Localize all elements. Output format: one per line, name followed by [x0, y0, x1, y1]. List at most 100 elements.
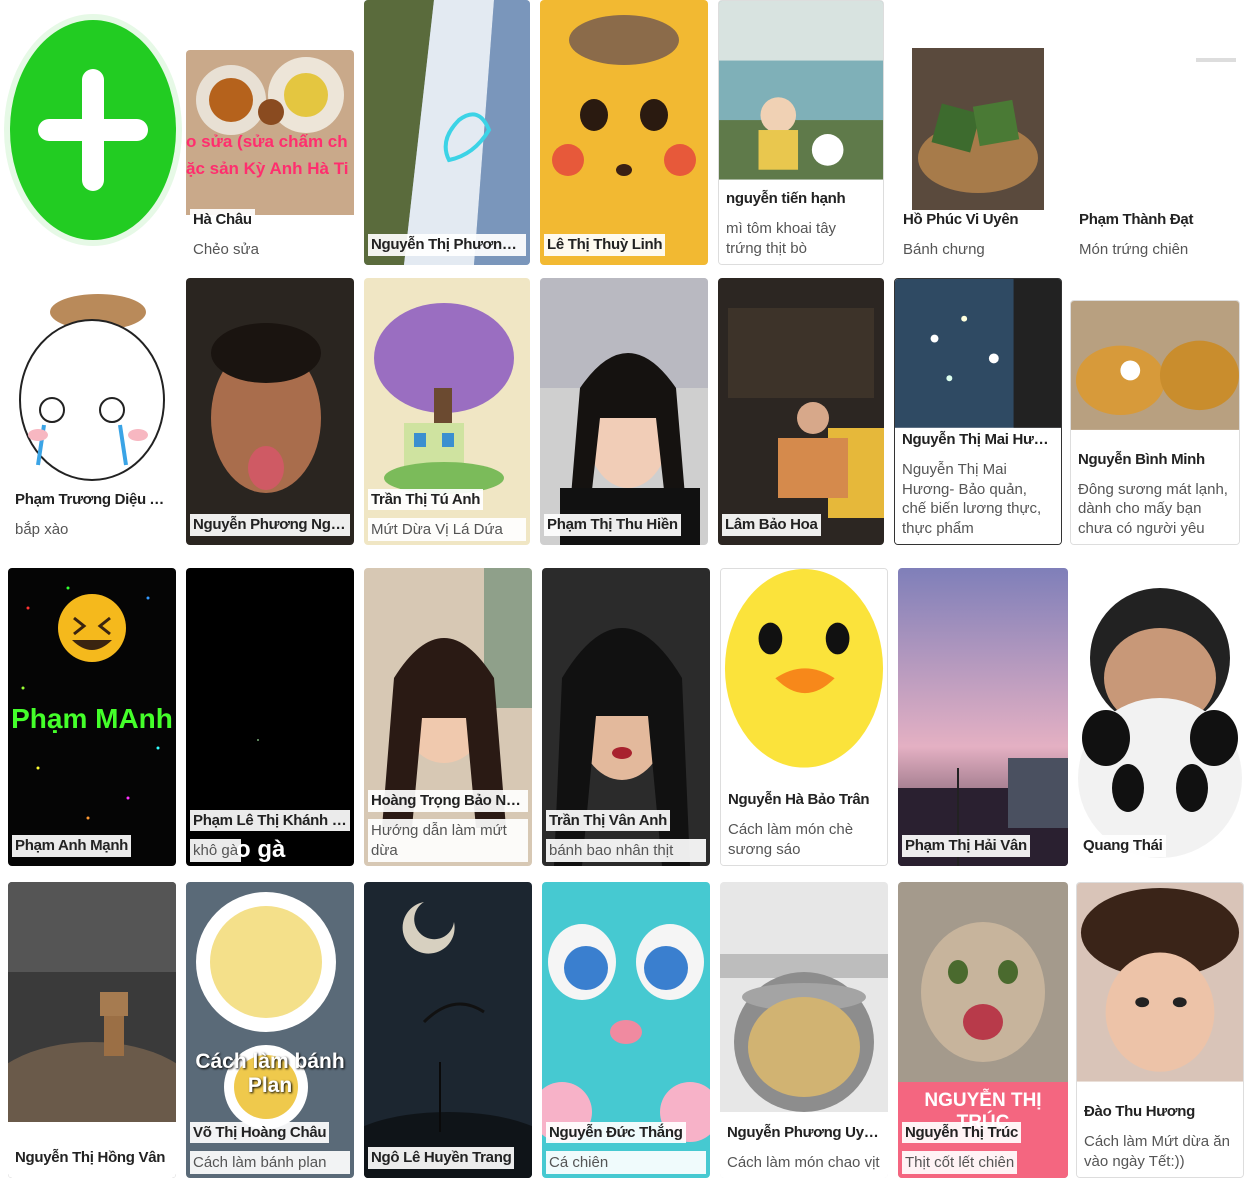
- post-description: Món trứng chiên: [1079, 240, 1189, 258]
- card-caption: Lê Thị Thuỳ Linh: [544, 234, 704, 261]
- post-card[interactable]: Lâm Bảo Hoa: [718, 278, 884, 545]
- post-card[interactable]: Trần Thị Tú Anh Mứt Dừa Vị Lá Dứa: [364, 278, 530, 545]
- post-description: Bánh chưng: [903, 240, 985, 258]
- post-card[interactable]: Phạm Thành Đạt Món trứng chiên: [1072, 48, 1240, 265]
- add-post-button[interactable]: [4, 14, 182, 246]
- card-caption: Phạm Thành Đạt Món trứng chiên: [1076, 209, 1236, 262]
- card-caption: Phạm Anh Mạnh: [12, 835, 172, 862]
- author-name: Trần Thị Tú Anh: [368, 488, 484, 510]
- card-caption: Nguyễn Thị Trúc Thịt cốt lết chiên: [902, 1121, 1064, 1174]
- author-name: Lê Thị Thuỳ Linh: [544, 234, 666, 256]
- author-name: Ngô Lê Huyền Trang: [368, 1147, 515, 1169]
- card-caption: Trần Thị Tú Anh Mứt Dừa Vị Lá Dứa: [368, 488, 526, 541]
- author-name: Nguyễn Phương Ngọc: [190, 514, 350, 536]
- thumbnail-overlay-text: Phạm MAnh: [11, 703, 173, 734]
- card-caption: Nguyễn Phương Ngọc: [190, 514, 350, 541]
- card-caption: Phạm Thị Thu Hiền: [544, 514, 704, 541]
- card-caption: Lâm Bảo Hoa: [722, 514, 880, 541]
- author-name: Nguyễn Bình Minh: [1075, 448, 1208, 470]
- thumbnail-overlay-text: o sửa (sửa chấm ch ặc sản Kỳ Anh Hà Ti: [186, 132, 349, 179]
- post-thumbnail: [364, 882, 532, 1178]
- post-card[interactable]: Nguyễn Thị Mai Hương Nguyễn Thị Mai Hươn…: [894, 278, 1062, 545]
- post-card[interactable]: Phạm Thị Thu Hiền: [540, 278, 708, 545]
- post-thumbnail: [186, 278, 354, 545]
- post-description: mì tôm khoai tây trứng thịt bò: [723, 217, 879, 260]
- post-description: bắp xào: [15, 520, 69, 538]
- post-description: Đông sương mát lạnh, dành cho mấy bạn ch…: [1075, 477, 1235, 540]
- author-name: Nguyễn Thị Mai Hương: [899, 429, 1057, 451]
- post-description: Cách làm món chè sương sáo: [725, 818, 883, 861]
- post-card[interactable]: Nguyễn Thị Phương Thảo: [364, 0, 530, 265]
- author-name: Phạm Thị Thu Hiền: [544, 514, 681, 536]
- post-card[interactable]: Cách làm bánh Plan Võ Thị Hoàng Châu Các…: [186, 882, 354, 1178]
- post-card[interactable]: Hồ Phúc Vi Uyên Bánh chưng: [896, 48, 1062, 265]
- post-card[interactable]: nguyễn tiến hạnh mì tôm khoai tây trứng …: [718, 0, 884, 265]
- post-description: Cách làm bánh plan: [190, 1150, 350, 1174]
- card-caption: Nguyễn Thị Phương Thảo: [368, 234, 526, 261]
- post-card[interactable]: Trần Thị Vân Anh bánh bao nhân thịt: [542, 568, 710, 866]
- post-description: Cá chiên: [546, 1150, 706, 1174]
- post-card[interactable]: Nguyễn Thị Hồng Vân: [8, 882, 176, 1178]
- plus-circle-icon: [4, 14, 182, 246]
- post-description: Thịt cốt lết chiên: [902, 1150, 1018, 1174]
- post-card[interactable]: Hoàng Trọng Bảo Ngọc Hướng dẫn làm mứt d…: [364, 568, 532, 866]
- author-name: Hồ Phúc Vi Uyên: [903, 210, 1019, 228]
- post-description: bánh bao nhân thịt: [546, 838, 706, 862]
- author-name: Đào Thu Hương: [1081, 1101, 1198, 1123]
- card-caption: Đào Thu Hương Cách làm Mứt dừa ăn vào ng…: [1081, 1101, 1239, 1173]
- card-caption: Phạm Thị Hải Vân: [902, 835, 1064, 862]
- card-caption: Ngô Lê Huyền Trang: [368, 1147, 528, 1174]
- author-name: Nguyễn Hà Bảo Trân: [725, 789, 873, 811]
- post-description: Cách làm món chao vịt: [724, 1150, 884, 1174]
- post-card[interactable]: Đào Thu Hương Cách làm Mứt dừa ăn vào ng…: [1076, 882, 1244, 1178]
- post-card[interactable]: Quang Thái: [1076, 568, 1244, 866]
- author-name: Hà Châu: [190, 208, 255, 230]
- card-caption: Trần Thị Vân Anh bánh bao nhân thịt: [546, 809, 706, 862]
- post-card[interactable]: Phạm MAnh Phạm Anh Mạnh: [8, 568, 176, 866]
- post-card[interactable]: Phạm Trương Diệu Anh bắp xào: [8, 290, 176, 545]
- author-name: Hoàng Trọng Bảo Ngọc: [368, 790, 528, 812]
- post-card[interactable]: o gà Phạm Lê Thị Khánh Huy... khô gà: [186, 568, 354, 866]
- post-card[interactable]: Nguyễn Phương Uyên A Cách làm món chao v…: [720, 882, 888, 1178]
- card-caption: Hồ Phúc Vi Uyên Bánh chưng: [900, 209, 1058, 262]
- author-name: Phạm Thị Hải Vân: [902, 835, 1030, 857]
- author-name: Phạm Lê Thị Khánh Huy...: [190, 809, 350, 831]
- post-description: Mứt Dừa Vị Lá Dứa: [368, 517, 526, 541]
- post-card[interactable]: Phạm Thị Hải Vân: [898, 568, 1068, 866]
- post-description: khô gà: [190, 838, 242, 862]
- post-description: Cách làm Mứt dừa ăn vào ngày Tết:)): [1081, 1130, 1239, 1173]
- card-caption: nguyễn tiến hạnh mì tôm khoai tây trứng …: [723, 188, 879, 260]
- author-name: Nguyễn Thị Hồng Vân: [12, 1147, 169, 1169]
- card-caption: Quang Thái: [1080, 835, 1240, 862]
- card-caption: Hoàng Trọng Bảo Ngọc Hướng dẫn làm mứt d…: [368, 790, 528, 862]
- post-thumbnail: [540, 278, 708, 545]
- post-card[interactable]: Ngô Lê Huyền Trang: [364, 882, 532, 1178]
- author-name: Phạm Anh Mạnh: [12, 835, 132, 857]
- post-description: Hướng dẫn làm mứt dừa: [368, 819, 528, 862]
- post-card[interactable]: Nguyễn Đức Thắng Cá chiên: [542, 882, 710, 1178]
- author-name: Nguyễn Thị Trúc: [902, 1121, 1022, 1143]
- card-caption: Nguyễn Thị Hồng Vân: [12, 1147, 172, 1174]
- post-card[interactable]: Nguyễn Hà Bảo Trân Cách làm món chè sươn…: [720, 568, 888, 866]
- author-name: nguyễn tiến hạnh: [723, 188, 849, 210]
- post-card[interactable]: o sửa (sửa chấm ch ặc sản Kỳ Anh Hà Ti H…: [186, 50, 354, 265]
- author-name: Phạm Trương Diệu Anh: [15, 490, 172, 508]
- author-name: Lâm Bảo Hoa: [722, 514, 821, 536]
- card-caption: Nguyễn Bình Minh Đông sương mát lạnh, dà…: [1075, 448, 1235, 540]
- post-description: Chẻo sửa: [190, 237, 350, 261]
- author-name: Nguyễn Phương Uyên A: [724, 1121, 884, 1143]
- post-description: Nguyễn Thị Mai Hương- Bảo quản, chế biến…: [899, 458, 1057, 540]
- post-card[interactable]: NGUYỄN THỊ TRÚC Nguyễn Thị Trúc Thịt cốt…: [898, 882, 1068, 1178]
- post-card[interactable]: Nguyễn Bình Minh Đông sương mát lạnh, dà…: [1070, 300, 1240, 545]
- author-name: Trần Thị Vân Anh: [546, 809, 670, 831]
- author-name: Nguyễn Thị Phương Thảo: [368, 234, 526, 256]
- card-caption: Nguyễn Thị Mai Hương Nguyễn Thị Mai Hươn…: [899, 429, 1057, 540]
- post-thumbnail: [718, 278, 884, 545]
- post-card[interactable]: Lê Thị Thuỳ Linh: [540, 0, 708, 265]
- card-caption: Nguyễn Phương Uyên A Cách làm món chao v…: [724, 1121, 884, 1174]
- post-thumbnail: [898, 568, 1068, 866]
- card-caption: Võ Thị Hoàng Châu Cách làm bánh plan: [190, 1121, 350, 1174]
- post-thumbnail: [540, 0, 708, 265]
- post-card[interactable]: Nguyễn Phương Ngọc: [186, 278, 354, 545]
- author-name: Nguyễn Đức Thắng: [546, 1121, 686, 1143]
